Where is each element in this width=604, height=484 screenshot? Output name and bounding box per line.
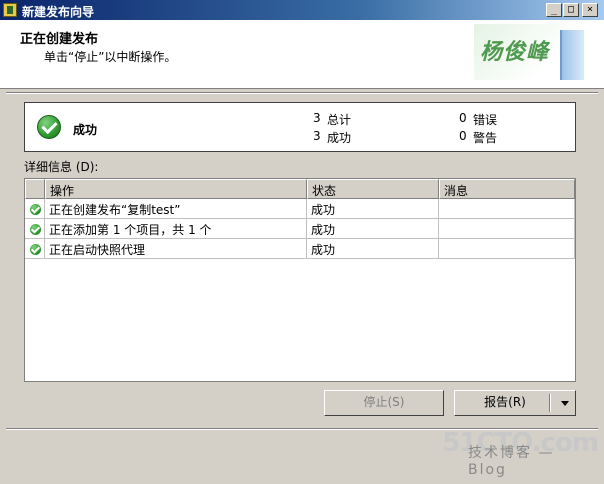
- summary-status: 成功: [73, 123, 98, 137]
- action-cell: 正在添加第 1 个项目，共 1 个: [45, 219, 307, 239]
- action-cell: 正在启动快照代理: [45, 239, 307, 259]
- row-status-cell: [25, 219, 45, 239]
- row-status-cell: [25, 239, 45, 259]
- column-header-status[interactable]: 状态: [307, 179, 439, 199]
- message-cell: [439, 199, 575, 219]
- column-header-message[interactable]: 消息: [439, 179, 575, 199]
- success-label: 成功: [327, 131, 352, 145]
- status-cell: 成功: [307, 219, 439, 239]
- details-grid[interactable]: 操作 状态 消息 正在创建发布“复制test” 成功 正在添加第 1 个项目，共…: [24, 178, 576, 382]
- table-row[interactable]: 正在创建发布“复制test” 成功: [25, 199, 575, 219]
- close-button[interactable]: ×: [582, 3, 598, 17]
- minimize-button[interactable]: _: [546, 3, 562, 17]
- message-cell: [439, 239, 575, 259]
- success-icon: [30, 244, 41, 255]
- app-icon: [3, 3, 17, 17]
- book-icon: [560, 30, 584, 80]
- table-row[interactable]: 正在启动快照代理 成功: [25, 239, 575, 259]
- dropdown-arrow-icon[interactable]: [561, 401, 569, 406]
- action-cell: 正在创建发布“复制test”: [45, 199, 307, 219]
- wizard-header: 正在创建发布 单击“停止”以中断操作。 杨俊峰: [0, 20, 604, 89]
- warning-label: 警告: [473, 131, 498, 145]
- window-titlebar[interactable]: 新建发布向导 _ □ ×: [0, 0, 604, 20]
- success-check-icon: [37, 115, 61, 139]
- status-cell: 成功: [307, 199, 439, 219]
- column-header-action[interactable]: 操作: [45, 179, 307, 199]
- watermark-tagline: 技术博客 — Blog: [468, 445, 555, 478]
- success-icon: [30, 204, 41, 215]
- total-count: 3: [313, 111, 321, 125]
- summary-panel: 成功 3 总计 3 成功 0 错误 0 警告: [24, 102, 576, 152]
- button-separator: [549, 394, 551, 412]
- total-label: 总计: [327, 113, 352, 127]
- error-label: 错误: [473, 113, 498, 127]
- status-cell: 成功: [307, 239, 439, 259]
- page-subtitle: 单击“停止”以中断操作。: [44, 50, 177, 64]
- maximize-button[interactable]: □: [563, 3, 579, 17]
- table-row[interactable]: 正在添加第 1 个项目，共 1 个 成功: [25, 219, 575, 239]
- report-button-label: 报告(R): [484, 395, 526, 409]
- warning-count: 0: [459, 129, 467, 143]
- error-count: 0: [459, 111, 467, 125]
- watermark: 51CTO.com 技术博客 — Blog: [442, 428, 599, 478]
- divider: [6, 92, 598, 94]
- message-cell: [439, 219, 575, 239]
- success-count: 3: [313, 129, 321, 143]
- row-status-cell: [25, 199, 45, 219]
- report-button[interactable]: 报告(R): [454, 390, 576, 416]
- stop-button[interactable]: 停止(S): [324, 390, 444, 416]
- grid-header: 操作 状态 消息: [25, 179, 575, 199]
- details-label: 详细信息 (D):: [24, 160, 99, 174]
- page-title: 正在创建发布: [20, 32, 99, 47]
- window-title: 新建发布向导: [22, 5, 95, 19]
- success-icon: [30, 224, 41, 235]
- brand-logo: 杨俊峰: [474, 24, 584, 80]
- logo-text: 杨俊峰: [480, 39, 550, 65]
- header-icon-column[interactable]: [25, 179, 45, 199]
